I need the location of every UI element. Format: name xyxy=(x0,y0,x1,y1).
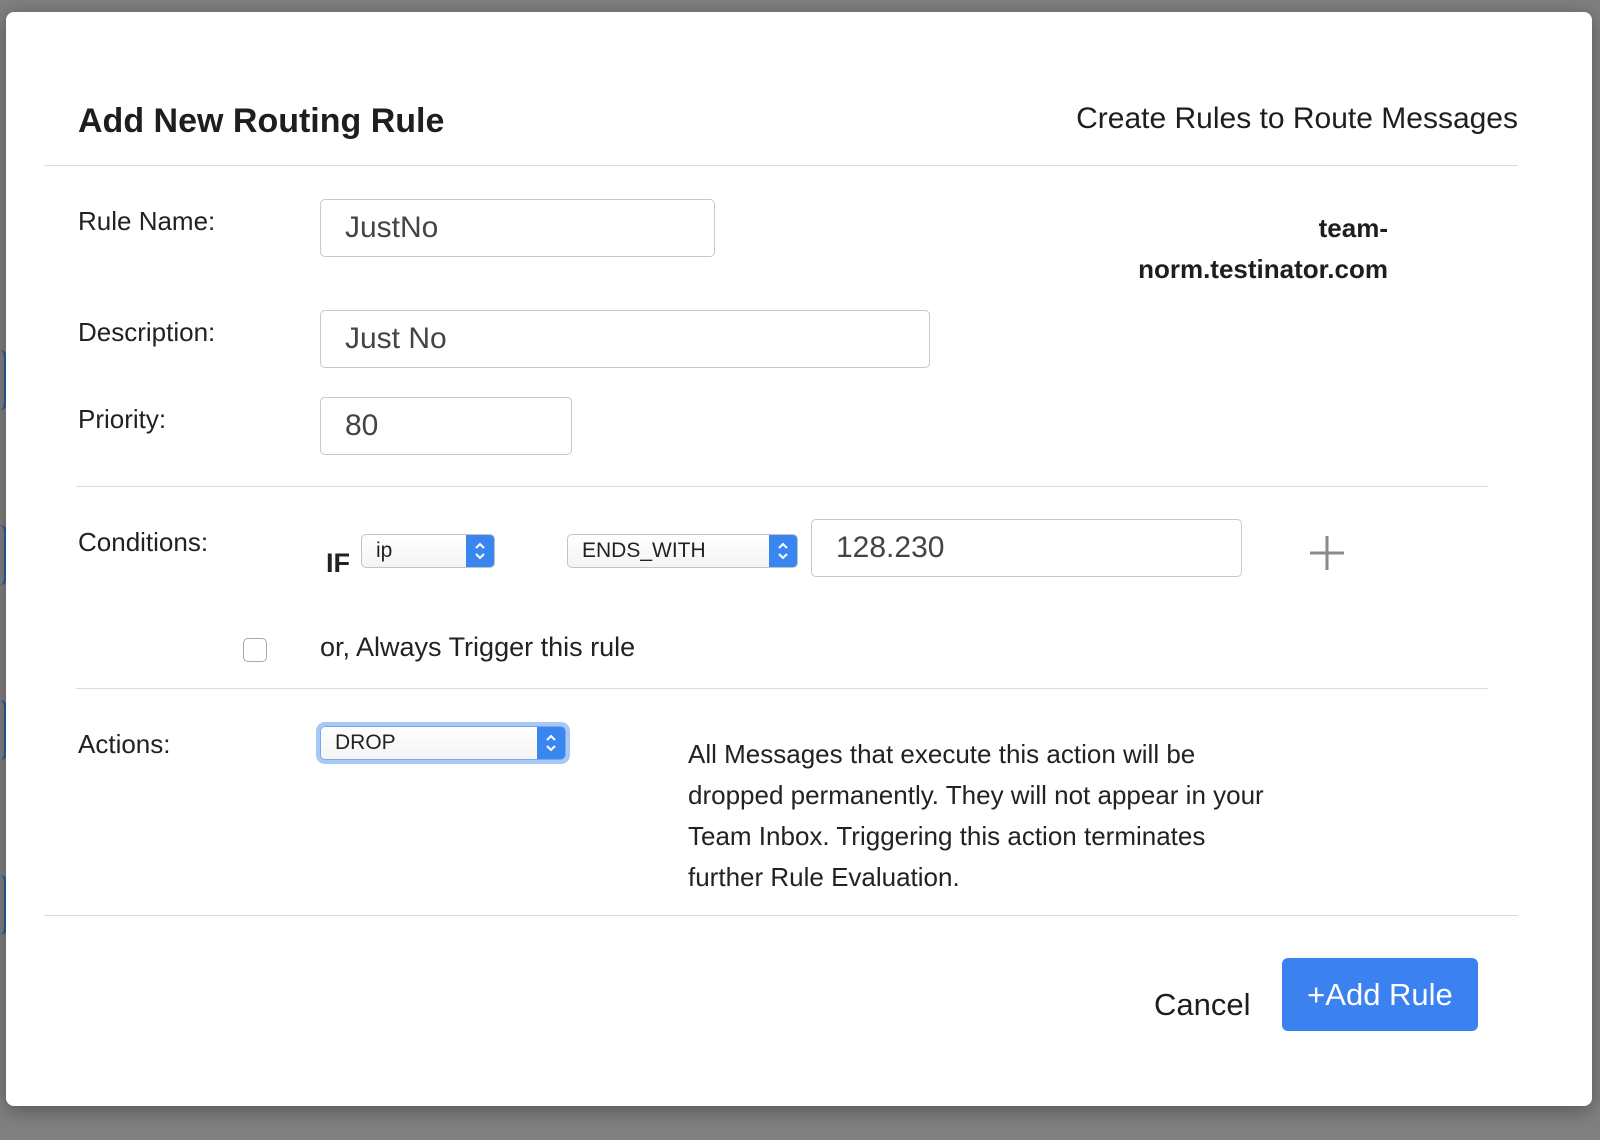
action-select[interactable]: DROP xyxy=(320,726,566,760)
add-condition-icon[interactable] xyxy=(1308,534,1346,572)
condition-operator-value: ENDS_WITH xyxy=(582,539,706,562)
condition-field-select[interactable]: ip xyxy=(361,534,495,568)
actions-label: Actions: xyxy=(78,729,171,759)
if-label: IF xyxy=(326,548,350,578)
description-input[interactable] xyxy=(320,310,930,368)
always-trigger-label: or, Always Trigger this rule xyxy=(320,632,636,662)
routing-rule-modal: Add New Routing Rule Create Rules to Rou… xyxy=(6,12,1592,1106)
actions-divider xyxy=(76,688,1488,689)
add-rule-button[interactable]: +Add Rule xyxy=(1282,958,1478,1031)
priority-input[interactable] xyxy=(320,397,572,455)
header-divider xyxy=(44,165,1518,166)
condition-field-value: ip xyxy=(376,539,393,562)
footer-divider xyxy=(44,915,1518,916)
modal-title: Add New Routing Rule xyxy=(78,102,445,140)
action-select-value: DROP xyxy=(335,731,396,754)
always-trigger-checkbox[interactable] xyxy=(243,638,267,662)
description-label: Description: xyxy=(78,317,216,347)
rule-name-input[interactable] xyxy=(320,199,715,257)
condition-operator-select[interactable]: ENDS_WITH xyxy=(567,534,798,568)
cancel-button[interactable]: Cancel xyxy=(1154,987,1251,1023)
conditions-divider xyxy=(76,486,1488,487)
action-description: All Messages that execute this action wi… xyxy=(688,739,1264,892)
conditions-label: Conditions: xyxy=(78,527,209,557)
select-arrows-icon xyxy=(769,535,797,567)
domain-label: team-norm.testinator.com xyxy=(1138,213,1388,284)
modal-subtitle: Create Rules to Route Messages xyxy=(1076,102,1518,135)
priority-label: Priority: xyxy=(78,404,167,434)
select-arrows-icon xyxy=(466,535,494,567)
rule-name-label: Rule Name: xyxy=(78,206,216,236)
select-arrows-icon xyxy=(537,727,565,759)
condition-value-input[interactable] xyxy=(811,519,1242,577)
